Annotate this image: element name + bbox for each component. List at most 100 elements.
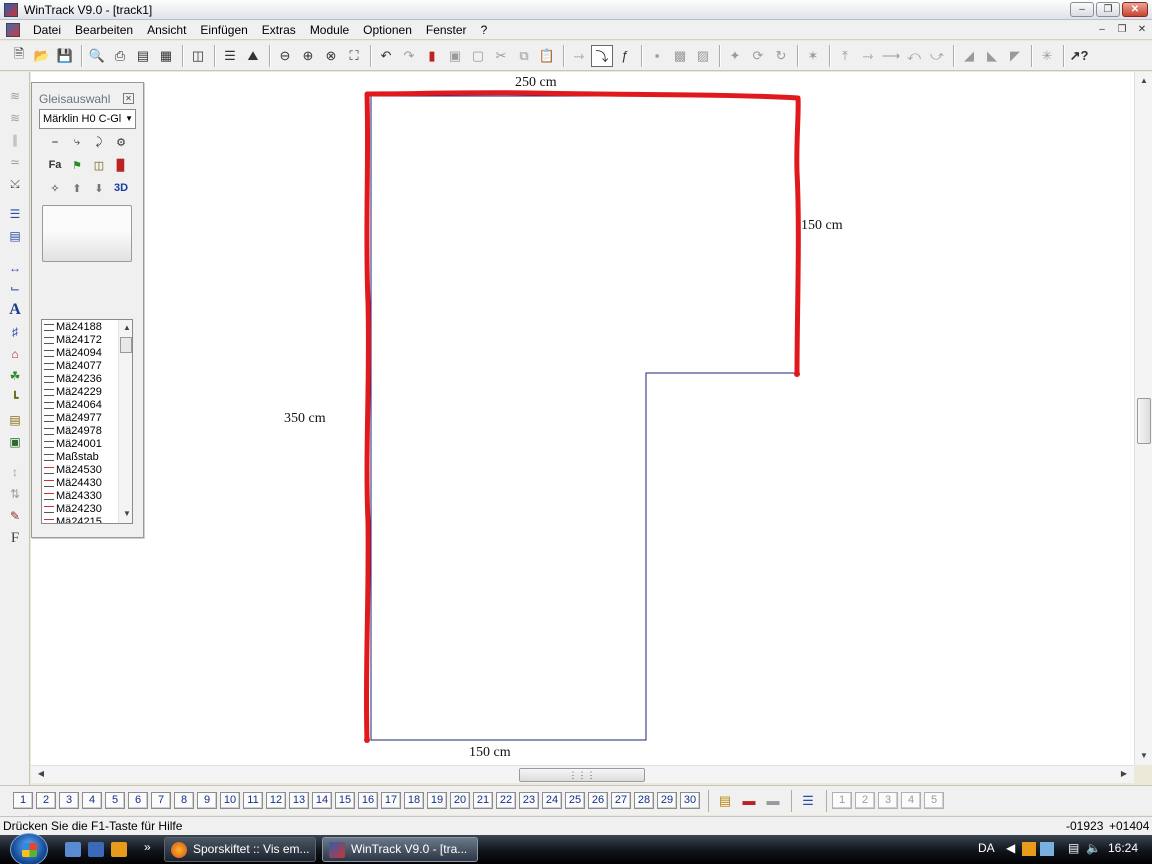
gradient-tool-icon[interactable]: ⇅ [4,484,26,504]
list-item[interactable]: Mä24530 [42,464,120,477]
layer-button[interactable]: 29 [657,792,677,809]
list-item[interactable]: Mä24172 [42,334,120,347]
save-icon[interactable]: 💾 [54,45,76,67]
dimension-tool-icon[interactable]: ↔ [4,258,26,278]
layer-button[interactable]: 23 [519,792,539,809]
flex-track-tool-icon[interactable]: ≋ [4,86,26,106]
bumper-piece-icon[interactable]: ▉ [112,156,130,174]
print-setup-icon[interactable]: ▤ [132,45,154,67]
tray-app-2-icon[interactable] [1040,842,1054,856]
layer-button[interactable]: 13 [289,792,309,809]
horizontal-scrollbar[interactable]: ◀ ⋮⋮⋮ ▶ [31,765,1134,783]
document-icon[interactable] [6,22,20,37]
doc-close-button[interactable]: ✕ [1134,23,1150,37]
arrow-up-icon[interactable]: ⬆ [68,179,86,197]
network-icon[interactable]: ▤ [1068,841,1079,855]
list-item[interactable]: Mä24977 [42,412,120,425]
building-tool-icon[interactable]: ⌂ [4,344,26,364]
quick-launch-chevron-icon[interactable]: » [144,840,151,854]
show-desktop-icon[interactable] [65,842,81,857]
track-list-scrollbar[interactable]: ▲ ▼ [118,320,132,523]
layer-button-extra[interactable]: 1 [832,792,852,809]
menu-extras[interactable]: Extras [255,20,303,40]
list-item[interactable]: Mä24188 [42,321,120,334]
measure-icon[interactable]: ✶ [802,45,824,67]
panel-close-icon[interactable]: ✕ [123,93,134,104]
language-indicator[interactable]: DA [978,841,995,855]
track-system-select[interactable]: Märklin H0 C-Gl ▼ [39,109,136,129]
maximize-button[interactable]: ❐ [1096,2,1120,17]
layer-button[interactable]: 14 [312,792,332,809]
volume-icon[interactable]: 🔈 [1086,841,1101,855]
layer-button[interactable]: 25 [565,792,585,809]
layer-hide-icon[interactable]: ▬ [738,791,760,811]
layer-button[interactable]: 3 [59,792,79,809]
doc-restore-button[interactable]: ❐ [1114,23,1130,37]
layer-button-extra[interactable]: 5 [924,792,944,809]
terrain-tool-icon[interactable]: ▤ [4,410,26,430]
list-item[interactable]: Mä24094 [42,347,120,360]
track-list[interactable]: Mä24188 Mä24172 Mä24094 Mä24077 Mä24236 Mä242… [41,319,133,524]
menu-optionen[interactable]: Optionen [356,20,419,40]
list-item[interactable]: Mä24001 [42,438,120,451]
layer-button[interactable]: 26 [588,792,608,809]
scroll-up-arrow-icon[interactable]: ▲ [1136,74,1152,88]
curve-track-icon[interactable]: ⤵ [591,44,613,67]
tray-expand-icon[interactable]: ◀ [1006,841,1015,855]
send-back-icon[interactable]: ▨ [692,45,714,67]
taskbar-item-wintrack[interactable]: WinTrack V9.0 - [tra... [322,837,478,862]
layer-button[interactable]: 8 [174,792,194,809]
scroll-up-arrow-icon[interactable]: ▲ [119,321,132,335]
branch-icon[interactable]: ⤑ [857,45,879,67]
layer-button[interactable]: 28 [634,792,654,809]
lamp-piece-icon[interactable]: ✧ [46,179,64,197]
scroll-right-arrow-icon[interactable]: ▶ [1116,767,1132,781]
list-item[interactable]: Mä24236 [42,373,120,386]
zoom-all-icon[interactable]: ⛶ [343,45,365,67]
layer-button-extra[interactable]: 4 [901,792,921,809]
layer-stack-icon[interactable]: ▤ [714,791,736,811]
align-icon[interactable]: ▪ [646,45,668,67]
layer-button-extra[interactable]: 2 [855,792,875,809]
layer-button[interactable]: 11 [243,792,263,809]
copy-icon[interactable]: ⧉ [513,45,535,67]
zoom-out-icon[interactable]: ⊖ [274,45,296,67]
layers-all-icon[interactable]: ☰ [797,791,819,811]
list-item[interactable]: Mä24215 [42,516,120,523]
track-list-icon[interactable]: ☰ [219,45,241,67]
delete-icon[interactable]: ▮ [421,45,443,67]
angle-tool-icon[interactable]: ⌙ [4,278,26,298]
context-help-icon[interactable]: ↗? [1068,45,1090,67]
fa-button[interactable]: Fa [46,156,64,174]
cut-icon[interactable]: ✂ [490,45,512,67]
redo-icon[interactable]: ↷ [398,45,420,67]
layer-button[interactable]: 30 [680,792,700,809]
menu-datei[interactable]: Datei [26,20,68,40]
slope-edit-icon[interactable]: ◤ [1004,45,1026,67]
curve-track-tool-icon[interactable]: ≃ [4,152,26,172]
minimize-button[interactable]: – [1070,2,1094,17]
layer-button[interactable]: 5 [105,792,125,809]
tray-app-icon[interactable] [1022,842,1036,856]
menu-einfuegen[interactable]: Einfügen [193,20,254,40]
bring-front-icon[interactable]: ▩ [669,45,691,67]
taskbar-item-firefox[interactable]: Sporskiftet :: Vis em... [164,837,316,862]
menu-bearbeiten[interactable]: Bearbeiten [68,20,140,40]
layer-button[interactable]: 10 [220,792,240,809]
drawing-canvas[interactable]: 250 cm 150 cm 350 cm 150 cm [31,72,1134,765]
scroll-left-arrow-icon[interactable]: ◀ [33,767,49,781]
vertical-scrollbar[interactable]: ▲ ▼ [1134,72,1152,765]
layer-button[interactable]: 2 [36,792,56,809]
layer-button-extra[interactable]: 3 [878,792,898,809]
curve-piece-icon[interactable]: ⤷ [68,133,86,151]
layer-button[interactable]: 6 [128,792,148,809]
paste-icon[interactable]: 📋 [536,45,558,67]
layer-button[interactable]: 18 [404,792,424,809]
scroll-down-arrow-icon[interactable]: ▼ [1136,749,1152,763]
scroll-down-arrow-icon[interactable]: ▼ [119,507,132,521]
list-item[interactable]: Mä24229 [42,386,120,399]
layer-button[interactable]: 16 [358,792,378,809]
slope-down-icon[interactable]: ◣ [981,45,1003,67]
layer-manager-icon[interactable]: ◫ [187,45,209,67]
height-icon[interactable]: ⤒ [834,45,856,67]
